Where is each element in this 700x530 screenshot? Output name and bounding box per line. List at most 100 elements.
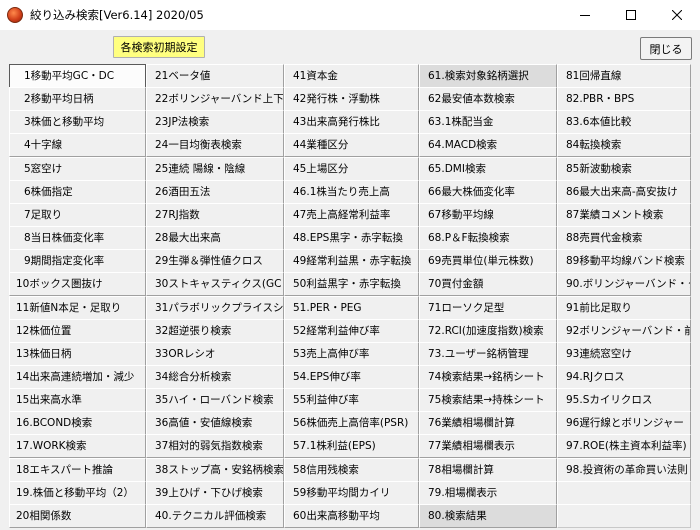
search-button-93[interactable]: 93連続窓空け (557, 341, 691, 366)
search-button-39[interactable]: 39上ひげ・下ひげ検索 (146, 480, 284, 505)
search-button-94[interactable]: 94.RJクロス (557, 364, 691, 389)
search-button-91[interactable]: 91前比足取り (557, 295, 691, 320)
search-button-81[interactable]: 81回帰直線 (557, 64, 691, 88)
search-button-23[interactable]: 23JP法検索 (146, 110, 284, 135)
search-button-70[interactable]: 70買付金額 (419, 272, 557, 297)
search-button-22[interactable]: 22ボリンジャーバンド上下抜 (146, 87, 284, 112)
search-button-68[interactable]: 68.P＆F転換検索 (419, 226, 557, 250)
search-button-92[interactable]: 92ボリンジャーバンド・前比 (557, 318, 691, 343)
search-button-32[interactable]: 32超逆張り検索 (146, 318, 284, 343)
search-button-53[interactable]: 53売上高伸び率 (284, 341, 419, 366)
search-button-29[interactable]: 29生弾＆弾性値クロス (146, 249, 284, 274)
search-button-36[interactable]: 36高値・安値線検索 (146, 411, 284, 436)
search-button-75[interactable]: 75検索結果→持株シート (419, 388, 557, 413)
search-button-27[interactable]: 27RJ指数 (146, 202, 284, 227)
search-button-60[interactable]: 60出来高移動平均 (284, 503, 419, 528)
search-button-44[interactable]: 44業種区分 (284, 133, 419, 158)
search-button-15[interactable]: 15出来高水準 (9, 388, 146, 413)
search-button-62[interactable]: 62最安値本数検索 (419, 87, 557, 112)
search-button-49[interactable]: 49経常利益黒・赤字転換 (284, 249, 419, 274)
search-button-28[interactable]: 28最大出来高 (146, 226, 284, 250)
search-button-10[interactable]: 10ボックス圏抜け (9, 272, 146, 297)
search-button-18[interactable]: 18エキスパート推論 (9, 457, 146, 482)
search-button-34[interactable]: 34総合分析検索 (146, 364, 284, 389)
search-button-50[interactable]: 50利益黒字・赤字転換 (284, 272, 419, 297)
search-button-74[interactable]: 74検索結果→銘柄シート (419, 364, 557, 389)
search-button-56[interactable]: 56株価売上高倍率(PSR) (284, 411, 419, 436)
search-button-71[interactable]: 71ローソク足型 (419, 295, 557, 320)
close-button[interactable]: 閉じる (640, 37, 692, 60)
search-button-1[interactable]: 1移動平均GC・DC (9, 64, 146, 88)
search-button-31[interactable]: 31パラボリックプライスシステム (146, 295, 284, 320)
search-button-84[interactable]: 84転換検索 (557, 133, 691, 158)
search-button-25[interactable]: 25連続 陽線・陰線 (146, 156, 284, 181)
search-button-48[interactable]: 48.EPS黒字・赤字転換 (284, 226, 419, 250)
search-button-88[interactable]: 88売買代金検索 (557, 226, 691, 250)
search-button-46[interactable]: 46.1株当たり売上高 (284, 179, 419, 204)
search-button-40[interactable]: 40.テクニカル評価検索 (146, 503, 284, 528)
search-button-89[interactable]: 89移動平均線バンド検索 (557, 249, 691, 274)
search-button-16[interactable]: 16.BCOND検索 (9, 411, 146, 436)
search-button-61[interactable]: 61.検索対象銘柄選択 (419, 64, 557, 88)
search-button-69[interactable]: 69売買単位(単元株数) (419, 249, 557, 274)
search-button-64[interactable]: 64.MACD検索 (419, 133, 557, 158)
search-button-47[interactable]: 47売上高経常利益率 (284, 202, 419, 227)
search-button-35[interactable]: 35ハイ・ローバンド検索 (146, 388, 284, 413)
search-button-42[interactable]: 42発行株・浮動株 (284, 87, 419, 112)
search-button-45[interactable]: 45上場区分 (284, 156, 419, 181)
search-button-17[interactable]: 17.WORK検索 (9, 434, 146, 459)
search-button-73[interactable]: 73.ユーザー銘柄管理 (419, 341, 557, 366)
search-button-97[interactable]: 97.ROE(株主資本利益率) (557, 434, 691, 459)
search-button-67[interactable]: 67移動平均線 (419, 202, 557, 227)
search-button-76[interactable]: 76業績相場欄計算 (419, 411, 557, 436)
search-button-26[interactable]: 26酒田五法 (146, 179, 284, 204)
search-button-20[interactable]: 20相関係数 (9, 503, 146, 528)
search-button-43[interactable]: 43出来高発行株比 (284, 110, 419, 135)
search-button-21[interactable]: 21ベータ値 (146, 64, 284, 88)
search-button-80[interactable]: 80.検索結果 (419, 503, 557, 528)
search-button-51[interactable]: 51.PER・PEG (284, 295, 419, 320)
search-button-9[interactable]: 9期間指定変化率 (9, 249, 146, 274)
search-button-58[interactable]: 58信用残検索 (284, 457, 419, 482)
search-button-6[interactable]: 6株価指定 (9, 179, 146, 204)
search-button-37[interactable]: 37相対的弱気指数検索 (146, 434, 284, 459)
search-button-95[interactable]: 95.Sカイリクロス (557, 388, 691, 413)
search-button-2[interactable]: 2移動平均日柄 (9, 87, 146, 112)
search-button-63[interactable]: 63.1株配当金 (419, 110, 557, 135)
search-button-24[interactable]: 24一目均衡表検索 (146, 133, 284, 158)
search-button-65[interactable]: 65.DMI検索 (419, 156, 557, 181)
search-button-14[interactable]: 14出来高連続増加・減少 (9, 364, 146, 389)
search-button-52[interactable]: 52経常利益伸び率 (284, 318, 419, 343)
search-button-12[interactable]: 12株価位置 (9, 318, 146, 343)
search-button-57[interactable]: 57.1株利益(EPS) (284, 434, 419, 459)
search-button-13[interactable]: 13株価日柄 (9, 341, 146, 366)
search-button-41[interactable]: 41資本金 (284, 64, 419, 88)
search-button-54[interactable]: 54.EPS伸び率 (284, 364, 419, 389)
search-button-78[interactable]: 78相場欄計算 (419, 457, 557, 482)
close-window-button[interactable] (654, 0, 700, 30)
search-button-96[interactable]: 96遅行線とボリンジャー (557, 411, 691, 436)
search-button-86[interactable]: 86最大出来高-高安抜け (557, 179, 691, 204)
search-button-77[interactable]: 77業績相場欄表示 (419, 434, 557, 459)
search-button-87[interactable]: 87業績コメント検索 (557, 202, 691, 227)
search-button-38[interactable]: 38ストップ高・安銘柄検索 (146, 457, 284, 482)
search-button-90[interactable]: 90.ボリンジャーバンド・クロス (557, 272, 691, 297)
minimize-button[interactable] (562, 0, 608, 30)
search-button-82[interactable]: 82.PBR・BPS (557, 87, 691, 112)
search-button-59[interactable]: 59移動平均間カイリ (284, 480, 419, 505)
search-button-11[interactable]: 11新値N本足・足取り (9, 295, 146, 320)
search-button-98[interactable]: 98.投資術の革命買い法則 (557, 457, 691, 482)
search-button-7[interactable]: 7足取り (9, 202, 146, 227)
search-button-83[interactable]: 83.6本値比較 (557, 110, 691, 135)
search-button-30[interactable]: 30ストキャスティクス(GC・DC) (146, 272, 284, 297)
search-button-4[interactable]: 4十字線 (9, 133, 146, 158)
search-button-85[interactable]: 85新波動検索 (557, 156, 691, 181)
search-button-55[interactable]: 55利益伸び率 (284, 388, 419, 413)
maximize-button[interactable] (608, 0, 654, 30)
search-button-3[interactable]: 3株価と移動平均 (9, 110, 146, 135)
search-button-66[interactable]: 66最大株価変化率 (419, 179, 557, 204)
search-button-79[interactable]: 79.相場欄表示 (419, 480, 557, 505)
search-button-33[interactable]: 33ORレシオ (146, 341, 284, 366)
search-button-8[interactable]: 8当日株価変化率 (9, 226, 146, 250)
reset-settings-button[interactable]: 各検索初期設定 (113, 36, 205, 58)
